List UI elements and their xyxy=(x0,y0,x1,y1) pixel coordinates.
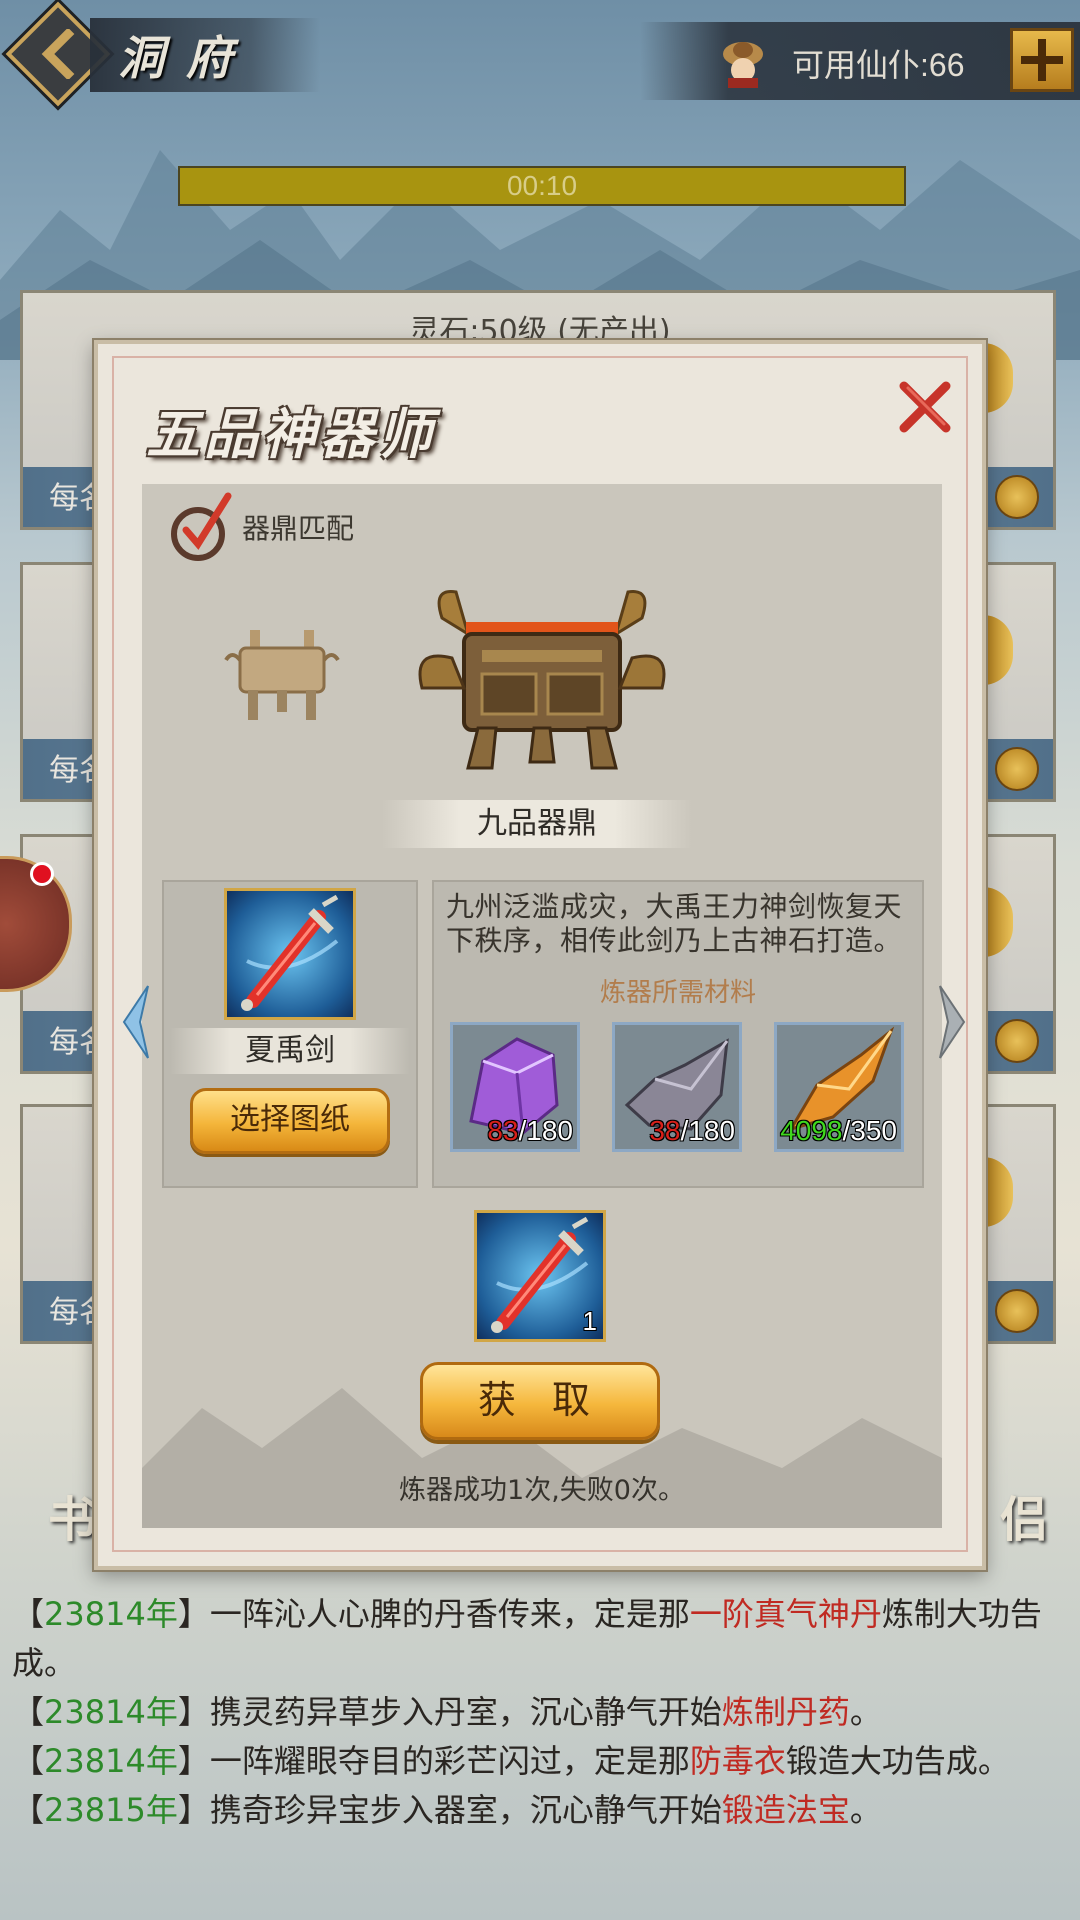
side-tab-book[interactable]: 书 xyxy=(48,1480,96,1550)
plus-icon xyxy=(1021,39,1063,81)
material-slot[interactable]: 83/180 xyxy=(450,1022,580,1152)
blueprint-box: 夏禹剑 选择图纸 xyxy=(162,880,418,1188)
description-box: 九州泛滥成灾，大禹王力神剑恢复天下秩序，相传此剑乃上古神石打造。 炼器所需材料 … xyxy=(432,880,924,1188)
close-icon[interactable] xyxy=(894,378,954,438)
cauldron-name: 九品器鼎 xyxy=(382,800,692,848)
page-title: 洞府 xyxy=(118,31,254,85)
log-entry: 【23814年】一阵耀眼夺目的彩芒闪过，定是那防毒衣锻造大功告成。 xyxy=(12,1742,1010,1780)
material-count: 4098/350 xyxy=(780,1115,897,1146)
log-entry: 【23814年】一阵沁人心脾的丹香传来，定是那一阶真气神丹炼制大功告成。 xyxy=(12,1595,1042,1682)
material-slot[interactable]: 4098/350 xyxy=(774,1022,904,1152)
servant-count: 可用仙仆:66 xyxy=(792,47,965,83)
item-description: 九州泛滥成灾，大禹王力神剑恢复天下秩序，相传此剑乃上古神石打造。 xyxy=(446,890,903,957)
forge-stats: 炼器成功1次,失败0次。 xyxy=(399,1475,685,1506)
select-blueprint-button[interactable]: 选择图纸 xyxy=(190,1088,390,1154)
result-quantity: 1 xyxy=(582,1306,597,1336)
cauldron-large-icon[interactable] xyxy=(412,578,672,778)
blueprint-item-slot[interactable] xyxy=(224,888,356,1020)
chevron-left-icon[interactable] xyxy=(116,982,156,1062)
title-plate: 洞府 xyxy=(90,18,320,92)
plus-icon[interactable] xyxy=(995,747,1039,791)
timer-text: 00:10 xyxy=(506,170,578,201)
log-entry: 【23814年】携灵药异草步入丹室，沉心静气开始炼制丹药。 xyxy=(12,1693,882,1731)
servant-bar: 可用仙仆:66 xyxy=(640,22,1080,100)
material-count: 83/180 xyxy=(487,1115,573,1146)
blueprint-name: 夏禹剑 xyxy=(170,1028,410,1074)
add-servant-button[interactable] xyxy=(1010,28,1074,92)
chevron-left-icon xyxy=(41,29,75,79)
event-log: 【23814年】一阵沁人心脾的丹香传来，定是那一阶真气神丹炼制大功告成。 【23… xyxy=(12,1590,1062,1835)
plus-icon[interactable] xyxy=(995,475,1039,519)
cauldron-match-label: 器鼎匹配 xyxy=(242,512,355,545)
result-item-slot[interactable]: 1 xyxy=(474,1210,606,1342)
servant-hat-icon xyxy=(723,42,763,88)
plus-icon[interactable] xyxy=(995,1289,1039,1333)
obtain-button[interactable]: 获 取 xyxy=(420,1362,660,1440)
material-slot[interactable]: 38/180 xyxy=(612,1022,742,1152)
modal-title: 五品神器师 xyxy=(146,402,436,466)
plus-icon[interactable] xyxy=(995,1019,1039,1063)
material-count: 38/180 xyxy=(649,1115,735,1146)
cauldron-small-icon[interactable] xyxy=(222,626,342,726)
materials-title: 炼器所需材料 xyxy=(599,978,756,1008)
chevron-right-icon[interactable] xyxy=(932,982,972,1062)
notification-dot xyxy=(30,862,54,886)
forge-modal: 五品神器师 器鼎匹配 九品器鼎 夏禹剑 选择图纸 九州泛滥成灾，大禹王力神剑恢复… xyxy=(94,340,986,1570)
checkmark-icon xyxy=(171,492,232,561)
content-panel: 器鼎匹配 九品器鼎 夏禹剑 选择图纸 九州泛滥成灾，大禹王力神剑恢复天下秩序，相… xyxy=(122,484,966,1528)
cauldron-match-row: 器鼎匹配 xyxy=(168,490,354,564)
side-tab-partner[interactable]: 侣 xyxy=(1000,1480,1048,1550)
sword-icon xyxy=(241,894,339,1011)
timer-bar: 00:10 xyxy=(178,166,906,206)
log-entry: 【23815年】携奇珍异宝步入器室，沉心静气开始锻造法宝。 xyxy=(12,1791,882,1829)
